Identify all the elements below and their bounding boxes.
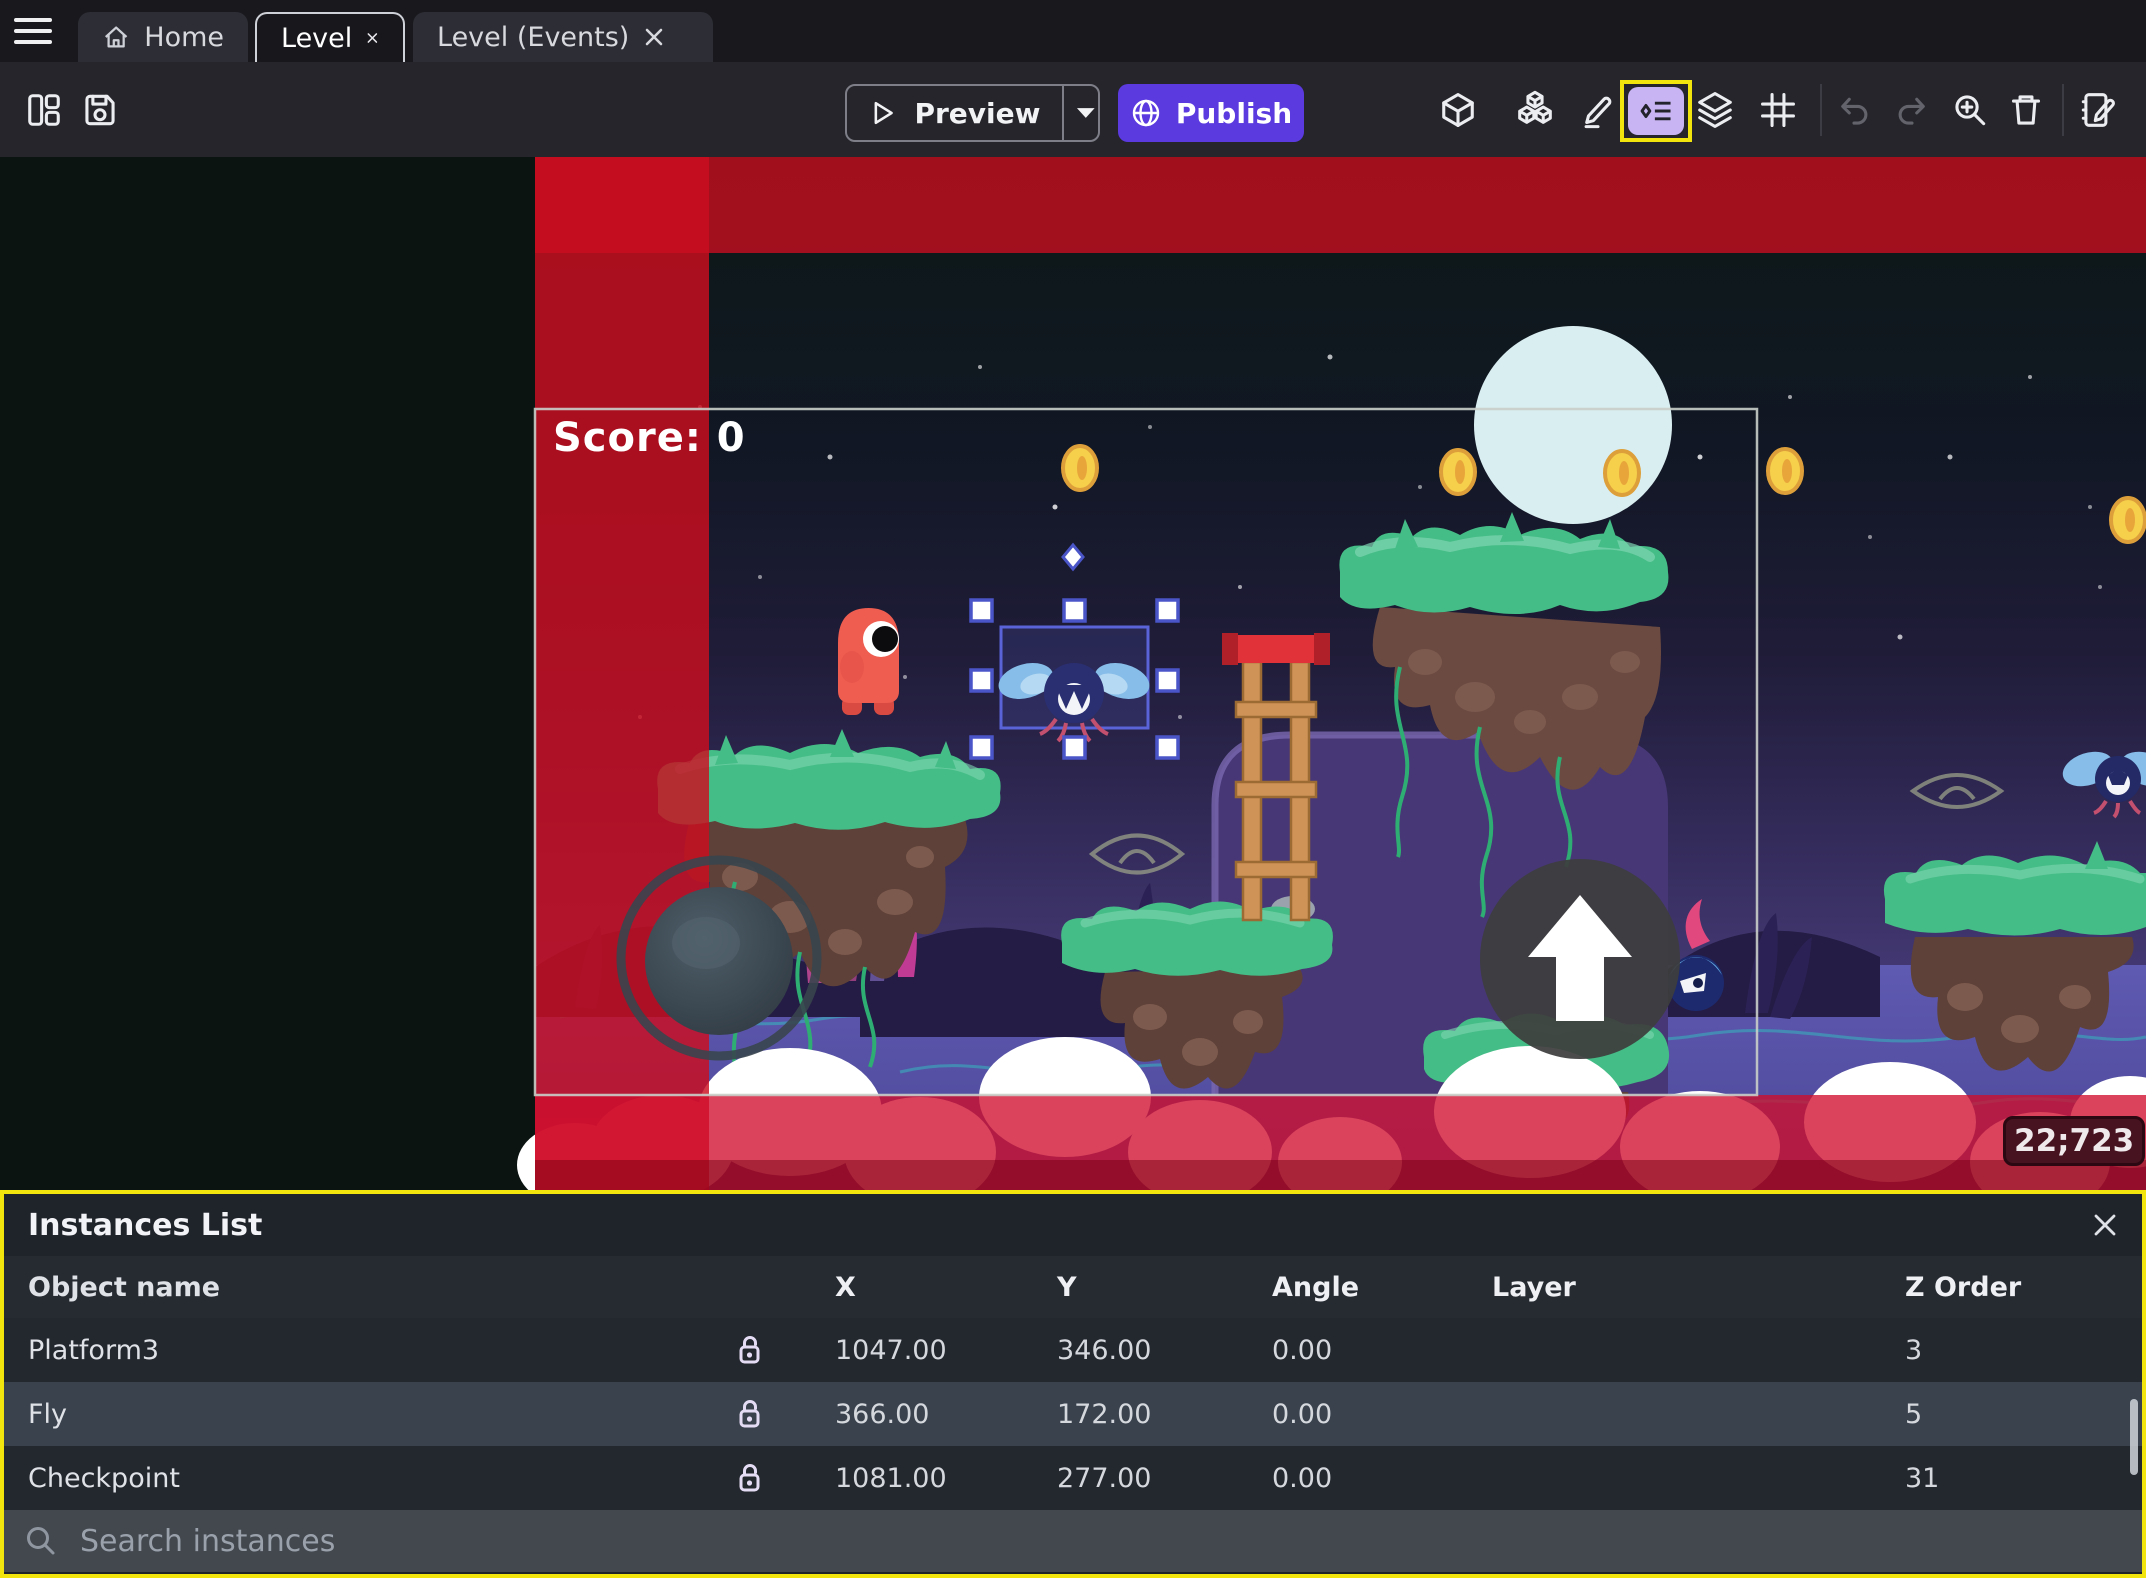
cell-y[interactable]: 346.00 [1016,1335,1231,1366]
red-strip-vertical [535,157,709,1190]
red-band-top [535,157,2146,253]
cell-object-name: Checkpoint [28,1462,180,1494]
cell-x[interactable]: 1047.00 [794,1335,1016,1366]
outside-scene-area [0,157,535,1190]
col-y[interactable]: Y [1016,1272,1231,1303]
unlock-icon[interactable] [704,1333,794,1367]
preview-split-divider [1062,86,1065,140]
coin [1061,444,1099,492]
table-row-checkpoint[interactable]: Checkpoint 1081.00 277.00 0.00 31 [4,1446,2142,1510]
object-groups-icon[interactable] [1511,86,1559,134]
cursor-coordinates-badge: 22;723 [2003,1116,2146,1166]
tab-level-label: Level [281,22,353,54]
unlock-icon[interactable] [704,1461,794,1495]
delete-trash-icon[interactable] [2002,86,2050,134]
tab-level-events-label: Level (Events) [437,21,630,53]
publish-button[interactable]: Publish [1118,84,1304,142]
coin [2109,496,2146,544]
table-row-fly-selected[interactable]: Fly 366.00 172.00 0.00 5 [4,1382,2142,1446]
panel-header: Instances List [4,1194,2142,1256]
unlock-icon[interactable] [704,1397,794,1431]
edit-pencil-icon[interactable] [1574,86,1622,134]
col-object-name[interactable]: Object name [4,1272,794,1303]
col-x[interactable]: X [794,1272,1016,1303]
tab-level[interactable]: Level [255,12,405,62]
cell-object-name: Fly [28,1398,68,1430]
panels-layout-icon[interactable] [20,86,68,134]
close-icon[interactable] [366,27,379,49]
col-angle[interactable]: Angle [1231,1272,1451,1303]
preview-label: Preview [914,96,1041,130]
tab-bar: Home Level Level (Events) [0,0,2146,62]
layers-icon[interactable] [1691,86,1739,134]
grid-icon[interactable] [1754,86,1802,134]
app-window: Home Level Level (Events) Preview Publis… [0,0,2146,1578]
coin [1603,449,1641,497]
panel-scrollbar[interactable] [2130,1399,2138,1475]
redo-icon[interactable] [1888,86,1936,134]
home-icon [105,26,128,48]
search-bar [4,1510,2142,1572]
instances-list-highlight[interactable] [1620,80,1692,142]
instances-list-panel: Instances List Object name X Y Angle Lay… [0,1190,2146,1578]
edit-scene-properties-icon[interactable] [2076,86,2124,134]
tab-home-label: Home [144,21,224,53]
col-layer[interactable]: Layer [1451,1272,1864,1303]
cell-x[interactable]: 366.00 [794,1399,1016,1430]
objects-panel-icon[interactable] [1434,86,1482,134]
cell-x[interactable]: 1081.00 [794,1463,1016,1494]
close-panel-icon[interactable] [2090,1210,2120,1240]
tab-home[interactable]: Home [78,12,248,62]
preview-button[interactable]: Preview [845,84,1100,142]
table-row-platform3[interactable]: Platform3 1047.00 346.00 0.00 3 [4,1318,2142,1382]
red-band-bottom-dark [535,1160,2146,1190]
cell-zorder[interactable]: 3 [1864,1335,2142,1366]
tab-level-events[interactable]: Level (Events) [413,12,713,62]
cell-y[interactable]: 172.00 [1016,1399,1231,1430]
search-icon [27,1527,55,1555]
cell-y[interactable]: 277.00 [1016,1463,1231,1494]
close-icon[interactable] [643,26,665,48]
cell-object-name: Platform3 [28,1334,160,1366]
cell-zorder[interactable]: 31 [1864,1463,2142,1494]
publish-label: Publish [1175,96,1293,130]
save-icon[interactable] [76,86,124,134]
menu-hamburger-icon[interactable] [14,17,54,45]
player-character[interactable] [838,608,899,715]
search-input[interactable] [78,1522,1582,1560]
toolbar: Preview Publish [0,62,2146,157]
panel-title: Instances List [28,1208,263,1243]
table-header-row: Object name X Y Angle Layer Z Order [4,1256,2142,1318]
globe-icon [1132,99,1160,127]
cell-angle[interactable]: 0.00 [1231,1335,1451,1366]
jump-button[interactable] [1480,859,1680,1059]
scene-editor-canvas[interactable]: Score: 0 22;723 [0,157,2146,1212]
score-label: Score: 0 [553,415,746,461]
chevron-down-icon[interactable] [1074,105,1098,121]
cell-zorder[interactable]: 5 [1864,1399,2142,1430]
zoom-in-icon[interactable] [1946,86,1994,134]
play-icon [874,101,893,125]
virtual-joystick[interactable] [616,855,822,1061]
cell-angle[interactable]: 0.00 [1231,1463,1451,1494]
coin [1766,447,1804,495]
col-zorder[interactable]: Z Order [1864,1272,2142,1303]
scene-art [0,157,2146,1212]
cell-angle[interactable]: 0.00 [1231,1399,1451,1430]
undo-icon[interactable] [1830,86,1878,134]
coin [1439,448,1477,496]
toolbar-divider [2062,84,2064,136]
instances-list-icon [1628,87,1684,135]
moon[interactable] [1474,326,1672,524]
toolbar-divider [1820,84,1822,136]
